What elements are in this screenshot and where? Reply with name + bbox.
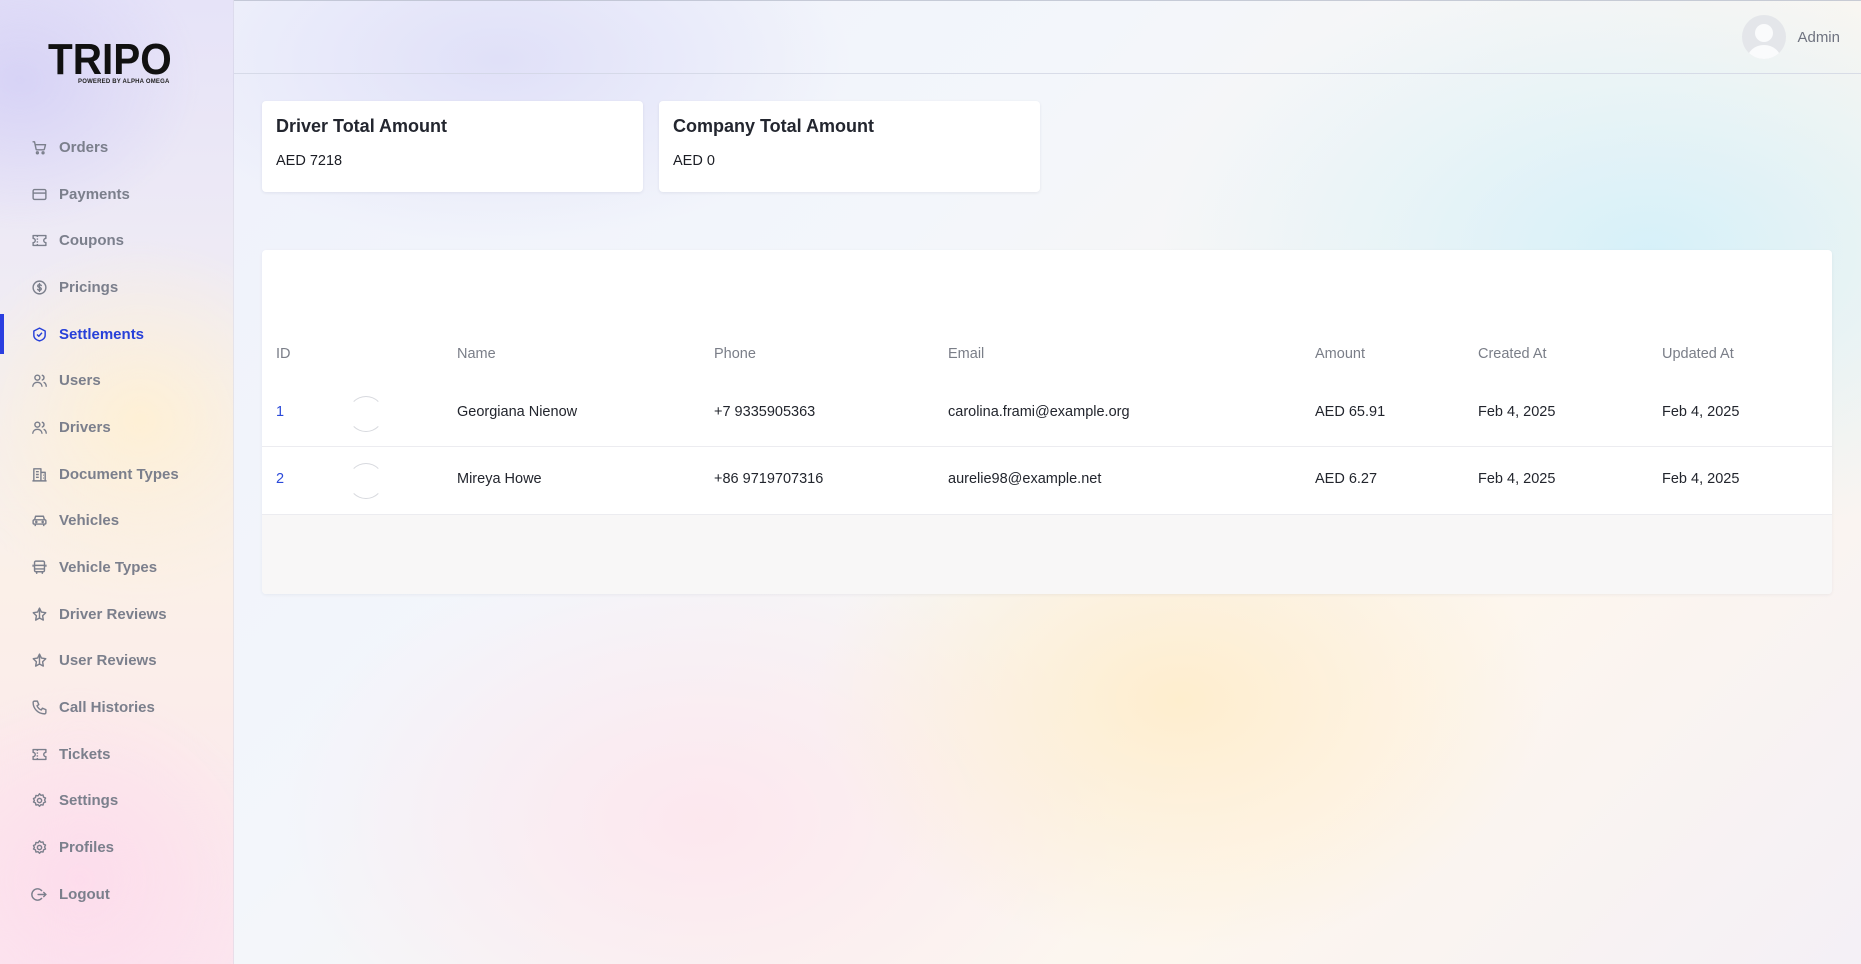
sidebar-item-tickets[interactable]: Tickets (0, 731, 234, 778)
sidebar-item-profiles[interactable]: Profiles (0, 824, 234, 871)
sidebar-item-document-types[interactable]: Document Types (0, 451, 234, 498)
sidebar-item-label: Drivers (59, 418, 111, 436)
column-header-updated-at[interactable]: Updated At (1662, 346, 1734, 362)
star-icon (30, 605, 48, 623)
card-value: AED 7218 (276, 153, 343, 169)
sidebar-item-label: Orders (59, 138, 109, 156)
company-total-card: Company Total Amount AED 0 (659, 101, 1040, 192)
dollar-circle-icon (30, 278, 48, 296)
sidebar-item-label: Vehicle Types (59, 559, 158, 577)
avatar[interactable] (1742, 15, 1787, 59)
settlements-table: ID Name Phone Email Amount Created At Up… (262, 250, 1832, 594)
star-icon (30, 652, 48, 670)
cell-created-at: Feb 4, 2025 (1478, 404, 1556, 420)
column-header-phone[interactable]: Phone (714, 346, 756, 362)
column-header-id[interactable]: ID (276, 346, 291, 362)
topbar: Admin (234, 0, 1861, 74)
document-building-icon (30, 465, 48, 483)
sidebar-item-label: Tickets (59, 745, 111, 763)
sidebar-item-label: Vehicles (59, 512, 120, 530)
gear-icon (30, 792, 48, 810)
sidebar-item-label: Users (59, 372, 101, 390)
sidebar-item-driver-reviews[interactable]: Driver Reviews (0, 591, 234, 638)
cell-name: Georgiana Nienow (457, 404, 578, 420)
card-title: Driver Total Amount (276, 116, 448, 136)
table-row[interactable]: 2 Mireya Howe +86 9719707316 aurelie98@e… (262, 447, 1832, 514)
users-icon (30, 418, 48, 436)
driver-total-card: Driver Total Amount AED 7218 (262, 101, 643, 192)
sidebar-item-label: Call Histories (59, 699, 155, 717)
card-title: Company Total Amount (673, 116, 874, 136)
sidebar-item-vehicle-types[interactable]: Vehicle Types (0, 544, 234, 591)
sidebar-item-orders[interactable]: Orders (0, 124, 234, 171)
sidebar-item-label: Logout (59, 885, 110, 903)
sidebar-item-label: Profiles (59, 839, 115, 857)
sidebar-item-label: Coupons (59, 232, 124, 250)
cell-updated-at: Feb 4, 2025 (1662, 471, 1740, 487)
avatar (348, 463, 384, 499)
sidebar-item-settlements[interactable]: Settlements (0, 311, 234, 358)
cell-phone: +7 9335905363 (714, 404, 816, 420)
user-name: Admin (1797, 28, 1840, 46)
cell-created-at: Feb 4, 2025 (1478, 471, 1556, 487)
sidebar-item-coupons[interactable]: Coupons (0, 217, 234, 264)
sidebar-item-label: Settlements (59, 325, 145, 343)
table-row[interactable]: 1 Georgiana Nienow +7 9335905363 carolin… (262, 380, 1832, 447)
cell-updated-at: Feb 4, 2025 (1662, 404, 1740, 420)
phone-icon (30, 699, 48, 717)
credit-card-icon (30, 185, 48, 203)
sidebar-nav: Orders Payments Coupons Pricings Settlem… (0, 124, 234, 918)
sidebar-item-label: Document Types (59, 465, 179, 483)
column-header-name[interactable]: Name (457, 346, 496, 362)
sidebar-item-label: Driver Reviews (59, 605, 167, 623)
ticket-icon (30, 232, 48, 250)
cell-name: Mireya Howe (457, 471, 542, 487)
sidebar-item-label: User Reviews (59, 652, 157, 670)
sidebar: TRIPO POWERED BY ALPHA OMEGA Orders Paym… (0, 0, 234, 964)
cart-icon (30, 138, 48, 156)
column-header-email[interactable]: Email (948, 346, 984, 362)
handshake-icon (30, 325, 48, 343)
sidebar-item-payments[interactable]: Payments (0, 171, 234, 218)
sidebar-item-call-histories[interactable]: Call Histories (0, 684, 234, 731)
sidebar-item-user-reviews[interactable]: User Reviews (0, 638, 234, 685)
sidebar-item-users[interactable]: Users (0, 357, 234, 404)
sidebar-item-pricings[interactable]: Pricings (0, 264, 234, 311)
row-id-link[interactable]: 1 (276, 404, 284, 420)
sidebar-item-label: Pricings (59, 278, 119, 296)
sidebar-item-label: Settings (59, 792, 119, 810)
cell-amount: AED 65.91 (1315, 404, 1386, 420)
row-id-link[interactable]: 2 (276, 471, 284, 487)
sidebar-item-logout[interactable]: Logout (0, 871, 234, 918)
cell-email: carolina.frami@example.org (948, 404, 1130, 420)
user-menu[interactable]: Admin (1742, 15, 1840, 59)
logo-subtitle: POWERED BY ALPHA OMEGA (78, 79, 170, 85)
ticket-icon (30, 745, 48, 763)
logout-icon (30, 885, 48, 903)
table-footer (262, 514, 1832, 594)
sidebar-item-label: Payments (59, 185, 130, 203)
car-icon (30, 512, 48, 530)
users-icon (30, 372, 48, 390)
logo[interactable]: TRIPO POWERED BY ALPHA OMEGA (48, 38, 188, 88)
sidebar-item-vehicles[interactable]: Vehicles (0, 498, 234, 545)
cell-amount: AED 6.27 (1315, 471, 1378, 487)
cell-phone: +86 9719707316 (714, 471, 824, 487)
sidebar-item-settings[interactable]: Settings (0, 778, 234, 825)
column-header-amount[interactable]: Amount (1315, 346, 1365, 362)
gear-icon (30, 839, 48, 857)
avatar (348, 396, 384, 432)
column-header-created-at[interactable]: Created At (1478, 346, 1547, 362)
cell-email: aurelie98@example.net (948, 471, 1102, 487)
sidebar-item-drivers[interactable]: Drivers (0, 404, 234, 451)
logo-text: TRIPO (48, 35, 172, 84)
bus-icon (30, 559, 48, 577)
card-value: AED 0 (673, 153, 715, 169)
